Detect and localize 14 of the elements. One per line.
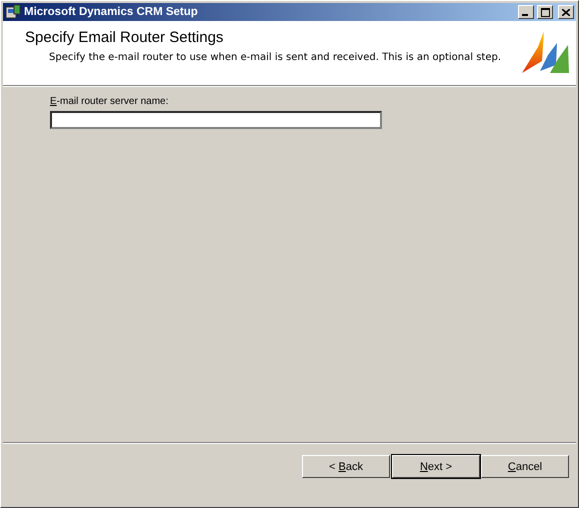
window-title: Microsoft Dynamics CRM Setup — [24, 6, 199, 18]
maximize-icon — [540, 8, 550, 16]
maximize-button[interactable] — [537, 5, 553, 19]
page-description: Specify the e-mail router to use when e-mail is sent and received. This is an optional step. — [49, 52, 502, 63]
setup-icon — [5, 4, 21, 20]
page-title: Specify Email Router Settings — [25, 29, 224, 46]
wizard-button[interactable]: Next > — [392, 455, 480, 478]
minimize-button[interactable] — [518, 5, 534, 19]
wizard-button[interactable]: < Back — [302, 455, 390, 478]
wizard-button[interactable]: Cancel — [481, 455, 569, 478]
close-button[interactable] — [558, 5, 574, 19]
close-icon — [562, 8, 570, 16]
server-name-field[interactable] — [50, 111, 382, 129]
field-label: E-mail router server name: — [50, 96, 168, 107]
